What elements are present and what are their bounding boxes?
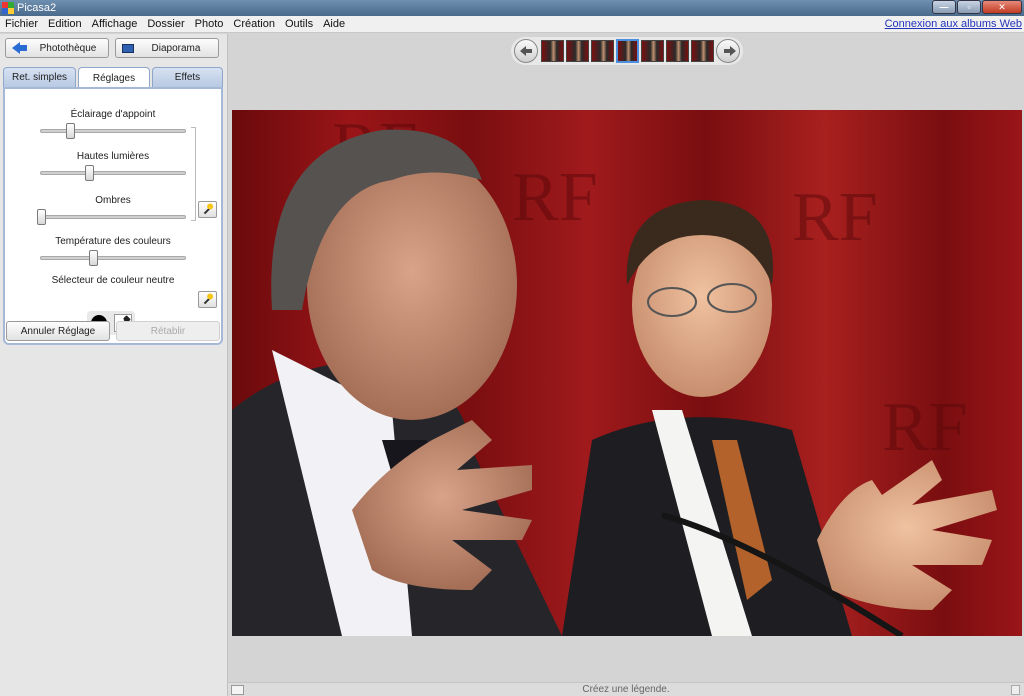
menu-edition[interactable]: Edition (43, 18, 87, 30)
minimize-button[interactable]: — (932, 0, 956, 14)
filmstrip-thumbnail[interactable] (641, 40, 664, 62)
filmstrip-thumbnail[interactable] (616, 39, 639, 63)
title-bar: Picasa2 — ▫ ✕ (0, 0, 1024, 16)
slideshow-button[interactable]: Diaporama (115, 38, 219, 58)
filmstrip-thumbnail[interactable] (541, 40, 564, 62)
fill-light-slider-thumb[interactable] (65, 123, 75, 139)
filmstrip-thumbnail[interactable] (566, 40, 589, 62)
menu-affichage[interactable]: Affichage (87, 18, 143, 30)
color-temperature-slider[interactable] (40, 250, 186, 266)
edit-sidebar: Photothèque Diaporama Ret. simples Régla… (0, 34, 228, 696)
color-temperature-slider-thumb[interactable] (88, 250, 98, 266)
highlights-label: Hautes lumières (76, 151, 150, 162)
neutral-color-picker-label: Sélecteur de couleur neutre (51, 275, 175, 286)
color-temperature-label: Température des couleurs (55, 236, 171, 247)
caption-bar: Créez une légende. (228, 682, 1024, 696)
menu-bar: Fichier Edition Affichage Dossier Photo … (0, 16, 1024, 33)
arrow-right-icon (730, 46, 736, 56)
filmstrip (511, 37, 743, 65)
highlights-slider-thumb[interactable] (84, 165, 94, 181)
shadows-slider[interactable] (37, 209, 186, 225)
magic-wand-icon (203, 295, 212, 304)
main-photo[interactable]: RFRF RFRF (232, 110, 1022, 636)
fill-light-label: Éclairage d'appoint (70, 109, 156, 120)
shadows-slider-thumb[interactable] (37, 209, 46, 225)
filmstrip-thumbnail[interactable] (691, 40, 714, 62)
back-arrow-icon (12, 42, 28, 54)
slideshow-icon (122, 43, 134, 53)
menu-creation[interactable]: Création (228, 18, 280, 30)
library-label: Photothèque (39, 42, 97, 54)
previous-photo-button[interactable] (514, 39, 538, 63)
shadows-label: Ombres (95, 195, 131, 206)
menu-photo[interactable]: Photo (190, 18, 229, 30)
tab-effects[interactable]: Effets (152, 67, 223, 87)
library-button[interactable]: Photothèque (5, 38, 109, 58)
menu-aide[interactable]: Aide (318, 18, 350, 30)
slideshow-label: Diaporama (151, 42, 201, 54)
menu-dossier[interactable]: Dossier (142, 18, 189, 30)
photo-canvas: RFRF RFRF (232, 110, 1022, 636)
redo-button[interactable]: Rétablir (116, 321, 220, 341)
web-albums-link[interactable]: Connexion aux albums Web (885, 18, 1022, 30)
tab-basic-fixes[interactable]: Ret. simples (3, 67, 76, 87)
undo-tuning-button[interactable]: Annuler Réglage (6, 321, 110, 341)
svg-text:RF: RF (882, 389, 968, 466)
next-photo-button[interactable] (716, 39, 740, 63)
menu-fichier[interactable]: Fichier (0, 18, 43, 30)
slider-group-bracket (191, 127, 196, 221)
edit-tabs: Ret. simples Réglages Effets (3, 67, 223, 88)
svg-text:RF: RF (512, 159, 598, 236)
tuning-panel: Éclairage d'appoint Hautes lumières Ombr… (3, 87, 223, 345)
lock-icon[interactable] (1011, 685, 1020, 695)
menu-outils[interactable]: Outils (280, 18, 318, 30)
close-button[interactable]: ✕ (982, 0, 1022, 14)
filmstrip-thumbnail[interactable] (666, 40, 689, 62)
window-title: Picasa2 (17, 2, 57, 14)
svg-text:RF: RF (792, 179, 878, 256)
maximize-button[interactable]: ▫ (957, 0, 981, 14)
filmstrip-thumbnail[interactable] (591, 40, 614, 62)
auto-contrast-button[interactable] (198, 201, 217, 218)
fill-light-slider[interactable] (40, 123, 186, 139)
caption-input[interactable]: Créez une légende. (228, 684, 1024, 695)
highlights-slider[interactable] (40, 165, 186, 181)
picasa-logo-icon (2, 2, 14, 14)
magic-wand-icon (203, 205, 212, 214)
auto-color-button[interactable] (198, 291, 217, 308)
tab-tuning[interactable]: Réglages (78, 67, 150, 88)
